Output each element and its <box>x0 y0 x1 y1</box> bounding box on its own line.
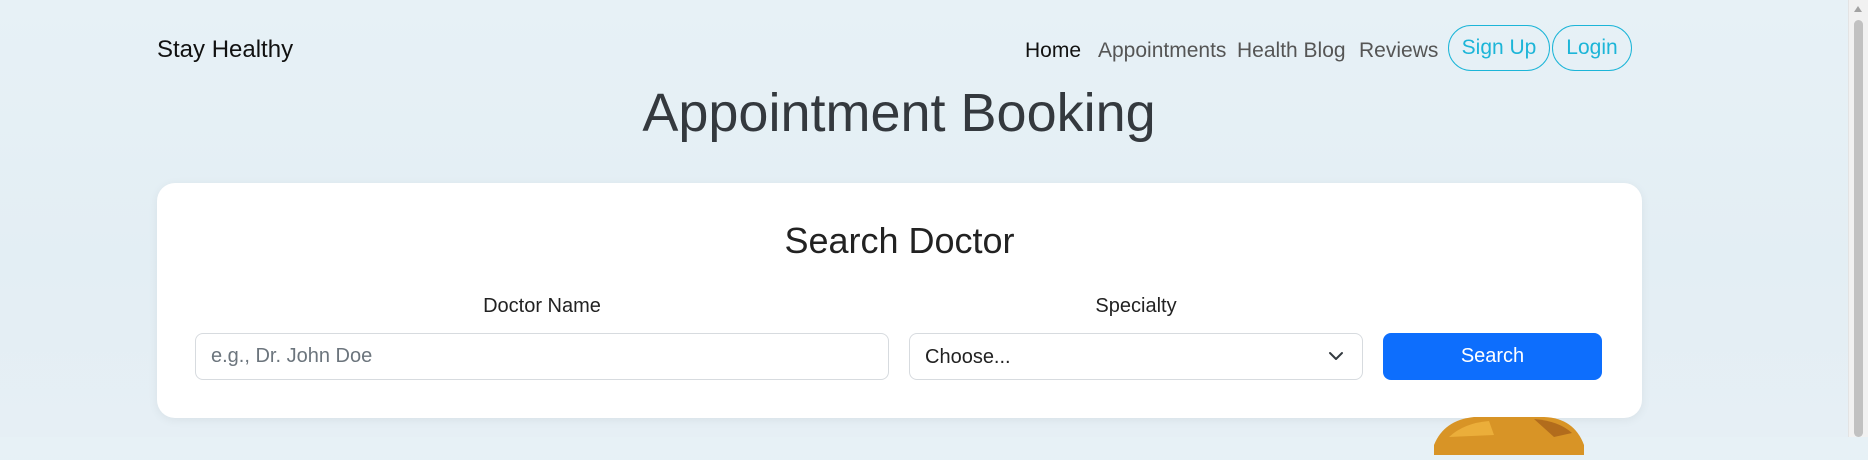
nav-link-home[interactable]: Home <box>1025 39 1081 63</box>
login-button[interactable]: Login <box>1552 25 1632 71</box>
sign-up-button[interactable]: Sign Up <box>1448 25 1550 71</box>
page-title: Appointment Booking <box>642 83 1156 143</box>
specialty-selected-value: Choose... <box>925 346 1011 368</box>
page: Stay Healthy Home Appointments Health Bl… <box>0 0 1849 455</box>
specialty-select[interactable]: Choose... <box>909 333 1363 380</box>
scrollbar-thumb[interactable] <box>1854 20 1863 437</box>
specialty-label: Specialty <box>1095 295 1177 317</box>
nav-link-reviews[interactable]: Reviews <box>1359 39 1438 63</box>
nav-link-health-blog[interactable]: Health Blog <box>1237 39 1346 63</box>
doctor-name-label: Doctor Name <box>483 295 601 317</box>
search-card-title: Search Doctor <box>784 220 1015 261</box>
nav-link-appointments[interactable]: Appointments <box>1098 39 1226 63</box>
search-button[interactable]: Search <box>1383 333 1602 380</box>
chevron-down-icon <box>1328 348 1344 364</box>
search-doctor-card: Search Doctor Doctor Name Specialty Choo… <box>157 183 1642 418</box>
decorative-illustration <box>1434 415 1584 455</box>
main-nav: Home Appointments Health Blog Reviews Si… <box>0 25 1849 73</box>
page-scrollbar[interactable] <box>1848 0 1868 437</box>
scroll-up-arrow-icon[interactable] <box>1854 6 1862 12</box>
doctor-name-input[interactable] <box>195 333 889 380</box>
